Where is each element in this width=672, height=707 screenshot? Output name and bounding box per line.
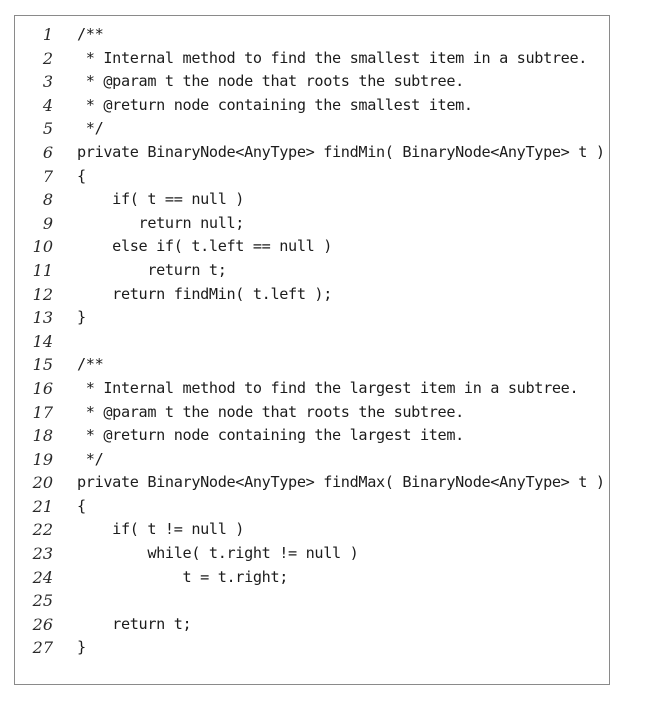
code-line: 18 * @return node containing the largest… [15,424,609,448]
code-line: 14 [15,330,609,354]
line-number: 27 [32,638,53,658]
line-number: 24 [32,567,53,587]
line-code: */ [77,119,104,138]
line-code: return t; [77,614,192,633]
code-line: 21 { [15,495,609,519]
line-code: * Internal method to find the largest it… [77,378,579,397]
code-line: 13} [15,306,609,330]
line-number: 23 [32,544,53,564]
code-line: 3 * @param t the node that roots the sub… [15,70,609,94]
line-number: 19 [32,449,53,469]
line-code: return null; [77,213,245,232]
code-line: 16 * Internal method to find the largest… [15,377,609,401]
line-code: while( t.right != null ) [77,544,359,563]
code-line: 10 else if( t.left == null ) [15,235,609,259]
code-line: 19 */ [15,448,609,472]
line-code: * @return node containing the largest it… [77,426,464,445]
line-code: return findMin( t.left ); [77,284,333,303]
line-number: 9 [42,213,53,233]
line-code: /** [77,355,104,374]
line-number: 14 [32,331,53,351]
code-line: 11 return t; [15,259,609,283]
code-line: 8 if( t == null ) [15,188,609,212]
line-code: } [77,638,86,657]
line-number: 10 [32,237,53,257]
line-number: 3 [42,72,53,92]
code-line: 26 return t; [15,613,609,637]
line-number: 8 [42,190,53,210]
line-number: 16 [32,378,53,398]
line-code: * Internal method to find the smallest i… [77,48,588,67]
code-line: 1 /** [15,23,609,47]
code-line: 20 private BinaryNode<AnyType> findMax( B… [15,471,609,495]
line-code: private BinaryNode<AnyType> findMax( Bin… [77,473,605,492]
code-line: 15 /** [15,353,609,377]
line-code: { [77,496,86,515]
line-number: 25 [32,591,53,611]
code-line: 17 * @param t the node that roots the su… [15,401,609,425]
line-code: /** [77,25,104,43]
line-number: 20 [32,473,53,493]
line-code: t = t.right; [77,567,289,586]
line-number: 1 [42,25,53,44]
line-code: } [77,308,86,327]
line-code: if( t != null ) [77,520,245,539]
line-number: 5 [42,119,53,139]
line-number: 2 [42,48,53,68]
line-number: 13 [32,308,53,328]
line-number: 26 [32,614,53,634]
line-code: else if( t.left == null ) [77,237,333,256]
code-line: 23 while( t.right != null ) [15,542,609,566]
line-number: 21 [32,496,53,516]
line-code: */ [77,449,104,468]
line-number: 6 [42,142,53,162]
line-number: 15 [32,355,53,375]
code-line: 24 t = t.right; [15,566,609,590]
line-code: * @param t the node that roots the subtr… [77,72,464,91]
line-code: private BinaryNode<AnyType> findMin( Bin… [77,142,605,161]
line-code: return t; [77,260,227,279]
line-code: if( t == null ) [77,190,245,209]
line-code: * @return node containing the smallest i… [77,95,473,114]
code-line: 5 */ [15,117,609,141]
line-number: 4 [42,95,53,115]
code-line: 27} [15,636,609,660]
code-line: 4 * @return node containing the smallest… [15,94,609,118]
code-line: 25 [15,589,609,613]
code-lines: 1 /** 2 * Internal method to find the sma… [15,23,609,660]
line-number: 7 [42,166,53,186]
code-line: 22 if( t != null ) [15,518,609,542]
line-number: 12 [32,284,53,304]
code-line: 7{ [15,165,609,189]
code-line: 12 return findMin( t.left ); [15,283,609,307]
code-listing-box: 1 /** 2 * Internal method to find the sma… [14,15,610,685]
line-number: 11 [32,260,53,280]
line-number: 18 [32,426,53,446]
line-code: { [77,166,86,185]
line-code: * @param t the node that roots the subtr… [77,402,464,421]
line-number: 22 [32,520,53,540]
code-line: 9 return null; [15,212,609,236]
line-number: 17 [32,402,53,422]
code-line: 6 private BinaryNode<AnyType> findMin( Bi… [15,141,609,165]
code-line: 2 * Internal method to find the smallest… [15,47,609,71]
